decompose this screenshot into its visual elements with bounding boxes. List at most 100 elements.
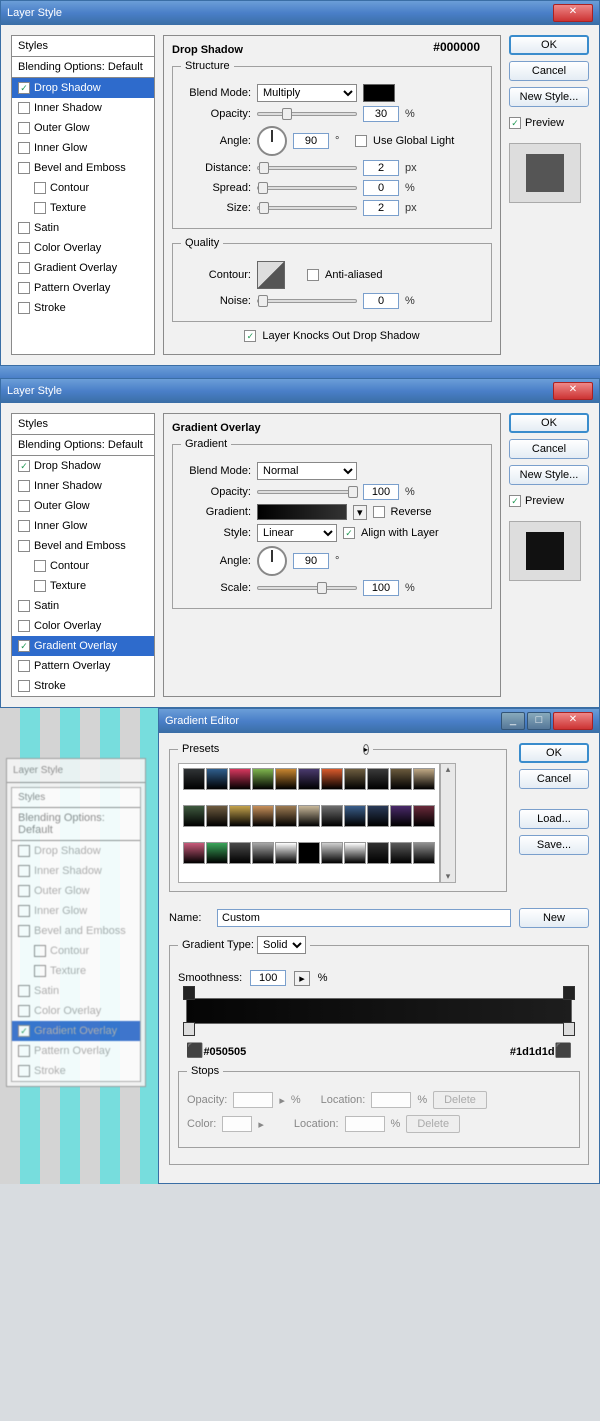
preset-swatch[interactable]: [413, 805, 435, 827]
gradient-picker[interactable]: [257, 504, 347, 520]
style-item-pattern-overlay[interactable]: Pattern Overlay: [12, 656, 154, 676]
ok-button[interactable]: OK: [509, 35, 589, 55]
style-select[interactable]: Linear: [257, 524, 337, 542]
shadow-color-swatch[interactable]: [363, 84, 395, 102]
preset-swatch[interactable]: [275, 768, 297, 790]
preset-swatch[interactable]: [229, 805, 251, 827]
style-checkbox[interactable]: [34, 560, 46, 572]
load-button[interactable]: Load...: [519, 809, 589, 829]
scale-slider[interactable]: [257, 586, 357, 590]
style-item-satin[interactable]: Satin: [12, 218, 154, 238]
align-checkbox[interactable]: [343, 527, 355, 539]
maximize-button[interactable]: □: [527, 712, 551, 730]
titlebar[interactable]: Layer Style ✕: [1, 1, 599, 25]
style-item-color-overlay[interactable]: Color Overlay: [12, 616, 154, 636]
scale-input[interactable]: [363, 580, 399, 596]
blend-mode-select[interactable]: Normal: [257, 462, 357, 480]
close-button[interactable]: ✕: [553, 4, 593, 22]
titlebar[interactable]: Gradient Editor _ □ ✕: [159, 709, 599, 733]
style-checkbox[interactable]: [18, 222, 30, 234]
new-button[interactable]: New: [519, 908, 589, 928]
preset-swatch[interactable]: [390, 805, 412, 827]
save-button[interactable]: Save...: [519, 835, 589, 855]
style-item-outer-glow[interactable]: Outer Glow: [12, 496, 154, 516]
style-item-gradient-overlay[interactable]: Gradient Overlay: [12, 258, 154, 278]
size-input[interactable]: [363, 200, 399, 216]
preset-swatch[interactable]: [206, 842, 228, 864]
preview-checkbox[interactable]: [509, 495, 521, 507]
distance-slider[interactable]: [257, 166, 357, 170]
preset-swatch[interactable]: [413, 842, 435, 864]
style-item-stroke[interactable]: Stroke: [12, 676, 154, 696]
preset-scrollbar[interactable]: ▴▾: [440, 763, 456, 883]
style-item-gradient-overlay[interactable]: Gradient Overlay: [12, 636, 154, 656]
blending-options-row[interactable]: Blending Options: Default: [12, 57, 154, 78]
name-input[interactable]: [217, 909, 511, 927]
cancel-button[interactable]: Cancel: [509, 439, 589, 459]
style-checkbox[interactable]: [18, 302, 30, 314]
gradient-dropdown-arrow[interactable]: ▾: [353, 505, 367, 520]
color-stop-right[interactable]: [563, 1022, 575, 1036]
style-checkbox[interactable]: [18, 680, 30, 692]
style-item-color-overlay[interactable]: Color Overlay: [12, 238, 154, 258]
preset-swatch[interactable]: [252, 805, 274, 827]
opacity-stop-left[interactable]: [183, 986, 195, 1000]
preset-swatch[interactable]: [321, 768, 343, 790]
style-item-inner-glow[interactable]: Inner Glow: [12, 138, 154, 158]
preset-swatch[interactable]: [229, 842, 251, 864]
new-style-button[interactable]: New Style...: [509, 465, 589, 485]
minimize-button[interactable]: _: [501, 712, 525, 730]
styles-header[interactable]: Styles: [12, 36, 154, 57]
style-checkbox[interactable]: [34, 580, 46, 592]
cancel-button[interactable]: Cancel: [509, 61, 589, 81]
preset-swatch[interactable]: [390, 842, 412, 864]
angle-dial[interactable]: [257, 126, 287, 156]
titlebar[interactable]: Layer Style ✕: [1, 379, 599, 403]
preset-swatch[interactable]: [206, 805, 228, 827]
preset-swatch[interactable]: [321, 805, 343, 827]
style-item-outer-glow[interactable]: Outer Glow: [12, 118, 154, 138]
close-button[interactable]: ✕: [553, 382, 593, 400]
preset-swatch[interactable]: [275, 805, 297, 827]
knockout-checkbox[interactable]: [244, 330, 256, 342]
preset-swatch[interactable]: [298, 768, 320, 790]
new-style-button[interactable]: New Style...: [509, 87, 589, 107]
angle-input[interactable]: [293, 553, 329, 569]
preset-swatch[interactable]: [298, 842, 320, 864]
style-checkbox[interactable]: [18, 282, 30, 294]
style-item-bevel-and-emboss[interactable]: Bevel and Emboss: [12, 158, 154, 178]
blending-options-row[interactable]: Blending Options: Default: [12, 435, 154, 456]
style-checkbox[interactable]: [18, 600, 30, 612]
styles-header[interactable]: Styles: [12, 414, 154, 435]
blend-mode-select[interactable]: Multiply: [257, 84, 357, 102]
style-checkbox[interactable]: [18, 620, 30, 632]
smoothness-input[interactable]: [250, 970, 286, 986]
presets-options-icon[interactable]: ▸: [363, 744, 369, 755]
preset-swatch[interactable]: [413, 768, 435, 790]
style-checkbox[interactable]: [34, 182, 46, 194]
style-item-inner-shadow[interactable]: Inner Shadow: [12, 476, 154, 496]
spread-slider[interactable]: [257, 186, 357, 190]
preview-checkbox[interactable]: [509, 117, 521, 129]
gradient-bar[interactable]: [186, 998, 572, 1024]
smoothness-dropdown[interactable]: ▸: [294, 971, 310, 986]
preset-swatch[interactable]: [367, 805, 389, 827]
size-slider[interactable]: [257, 206, 357, 210]
preset-swatch[interactable]: [229, 768, 251, 790]
preset-swatch[interactable]: [252, 768, 274, 790]
preset-swatch[interactable]: [344, 768, 366, 790]
style-item-drop-shadow[interactable]: Drop Shadow: [12, 456, 154, 476]
style-item-inner-glow[interactable]: Inner Glow: [12, 516, 154, 536]
preset-swatch[interactable]: [183, 842, 205, 864]
preset-swatch[interactable]: [183, 805, 205, 827]
preset-swatch[interactable]: [321, 842, 343, 864]
style-checkbox[interactable]: [18, 262, 30, 274]
preset-swatch[interactable]: [183, 768, 205, 790]
preset-swatch[interactable]: [367, 842, 389, 864]
style-item-pattern-overlay[interactable]: Pattern Overlay: [12, 278, 154, 298]
opacity-input[interactable]: [363, 484, 399, 500]
contour-picker[interactable]: [257, 261, 285, 289]
style-item-texture[interactable]: Texture: [12, 576, 154, 596]
preset-swatch[interactable]: [344, 805, 366, 827]
style-item-contour[interactable]: Contour: [12, 178, 154, 198]
